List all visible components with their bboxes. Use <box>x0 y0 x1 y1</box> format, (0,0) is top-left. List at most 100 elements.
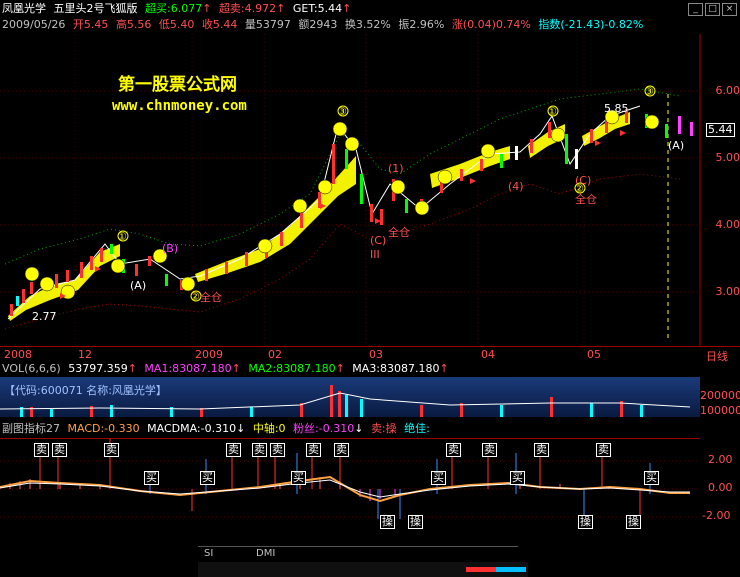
maximize-icon[interactable]: □ <box>705 3 720 16</box>
macdma-value: MACDMA:-0.310 <box>147 422 237 435</box>
sell-marker: 卖 <box>52 443 67 457</box>
date-label: 2009 <box>195 348 223 361</box>
maicao-value: 卖:操 <box>370 422 397 435</box>
buy-marker: 买 <box>144 471 159 485</box>
tab-dmi[interactable]: DMI <box>256 548 275 559</box>
buy-marker: 买 <box>291 471 306 485</box>
price-axis-label: 4.00 <box>715 218 740 231</box>
quote-low: 低5.40 <box>158 18 195 31</box>
volume-ma1: MA1:83087.180 <box>144 362 232 375</box>
low-price-label: 2.77 <box>32 310 57 323</box>
volume-header: VOL(6,6,6) 53797.359↑ MA1:83087.180↑ MA2… <box>2 362 449 375</box>
get-arrow: ↑ <box>342 2 352 15</box>
sell-marker: 卖 <box>482 443 497 457</box>
quote-close: 收5.44 <box>201 18 238 31</box>
macd-title: 副图指标27 <box>2 422 60 435</box>
sell-marker: 卖 <box>446 443 461 457</box>
bottom-tab-strip: SI DMI <box>198 546 518 561</box>
chaomai2-value: 4.972 <box>244 2 277 15</box>
date-label: 05 <box>587 348 601 361</box>
juejia-value: 绝佳: <box>404 422 430 435</box>
sell-marker: 卖 <box>270 443 285 457</box>
indicator-name: 五里头2号飞狐版 <box>53 2 138 15</box>
volume-ma3: MA3:83087.180 <box>352 362 440 375</box>
quote-amplitude: 振2.96% <box>398 18 445 31</box>
price-chart[interactable] <box>0 34 740 346</box>
sell-marker: 卖 <box>252 443 267 457</box>
period-label[interactable]: 日线 <box>706 348 728 364</box>
volume-scale-2: 100000 <box>700 404 740 417</box>
date-label: 2008 <box>4 348 32 361</box>
marker-zhuan-2: 全仓 <box>388 226 410 239</box>
buy-marker: 买 <box>510 471 525 485</box>
macd-value: MACD:-0.330 <box>67 422 140 435</box>
marker-zhuan-3: 全仓 <box>575 193 597 206</box>
buy-marker: 买 <box>200 471 215 485</box>
op-marker: 操 <box>578 515 593 529</box>
volume-value: 53797.359 <box>68 362 128 375</box>
macd-panel: 卖 卖 卖 买 买 卖 卖 卖 买 卖 卖 买 卖 卖 买 卖 卖 买 操 操 … <box>0 438 700 543</box>
status-red-bar <box>466 567 496 572</box>
chaomai-arrow: ↑ <box>202 2 212 15</box>
op-marker: 操 <box>626 515 641 529</box>
red-arrow-markers <box>60 130 626 299</box>
marker-circle-3b: ③ <box>644 85 654 98</box>
marker-wave-4: (4) <box>508 180 524 193</box>
sell-marker: 卖 <box>306 443 321 457</box>
zhongzhou-value: 中轴:0 <box>252 422 286 435</box>
op-marker: 操 <box>408 515 423 529</box>
marker-circle-1b: ① <box>547 105 557 118</box>
quote-high: 高5.56 <box>115 18 152 31</box>
site-url[interactable]: www.chnmoney.com <box>112 98 247 114</box>
tab-si[interactable]: SI <box>204 548 213 559</box>
marker-wave-3: III <box>370 248 380 261</box>
quote-turnover: 换3.52% <box>344 18 391 31</box>
macd-header: 副图指标27 MACD:-0.330 MACDMA:-0.310↓ 中轴:0 粉… <box>2 422 430 435</box>
volume-title: VOL(6,6,6) <box>2 362 61 375</box>
status-cyan-bar <box>496 567 526 572</box>
price-axis-label: 5.00 <box>715 151 740 164</box>
marker-circle-1: ① <box>117 230 127 243</box>
chaomai2-label: 超卖: <box>218 2 245 15</box>
marker-circle-3: ③ <box>337 105 347 118</box>
macd-scale-1: 2.00 <box>708 453 733 466</box>
date-label: 04 <box>481 348 495 361</box>
chaomai-label: 超买: <box>145 2 171 15</box>
quote-index: 指数(-21.43)-0.82% <box>538 18 644 31</box>
date-axis: 2008 12 2009 02 03 04 05 日线 <box>0 346 740 364</box>
status-strip <box>198 562 528 577</box>
quote-change: 涨(0.04)0.74% <box>451 18 531 31</box>
op-marker: 操 <box>380 515 395 529</box>
date-label: 12 <box>78 348 92 361</box>
minimize-icon[interactable]: _ <box>688 3 703 16</box>
volume-panel: 【代码:600071 名称:风凰光学】 <box>0 377 700 417</box>
marker-a2: (A) <box>668 139 685 152</box>
marker-b: (B) <box>162 242 179 255</box>
marker-wave-1: (1) <box>388 162 404 175</box>
site-name: 第一股票公式网 <box>118 75 237 95</box>
fensi-value: 粉丝:-0.310 <box>293 422 355 435</box>
macd-scale-2: 0.00 <box>708 481 733 494</box>
high-price-label: 5.85 <box>604 102 629 115</box>
marker-c: (C) <box>370 234 387 247</box>
macd-scale-3: -2.00 <box>702 509 731 522</box>
chaomai2-arrow: ↑ <box>276 2 286 15</box>
main-chart-panel: 第一股票公式网 www.chnmoney.com 2.77 5.85 ① ③ ②… <box>0 34 740 346</box>
get-label: GET: <box>292 2 318 15</box>
marker-circle-2: ② <box>190 290 200 303</box>
marker-zhuan-1: 全仓 <box>200 291 222 304</box>
quote-volume: 量53797 <box>244 18 291 31</box>
header-line-2: 2009/05/26 开5.45 高5.56 低5.40 收5.44 量5379… <box>2 18 647 32</box>
get-value: 5.44 <box>317 2 343 15</box>
current-price-box: 5.44 <box>706 123 735 137</box>
quote-amount: 额2943 <box>298 18 338 31</box>
window-buttons: _ □ × <box>688 3 738 16</box>
quote-date: 2009/05/26 <box>2 18 66 31</box>
date-label: 03 <box>369 348 383 361</box>
close-icon[interactable]: × <box>722 3 737 16</box>
stock-name: 凤凰光学 <box>2 2 46 15</box>
buy-marker: 买 <box>644 471 659 485</box>
sell-marker: 卖 <box>34 443 49 457</box>
chaomai-value: 6.077 <box>170 2 203 15</box>
sell-marker: 卖 <box>104 443 119 457</box>
